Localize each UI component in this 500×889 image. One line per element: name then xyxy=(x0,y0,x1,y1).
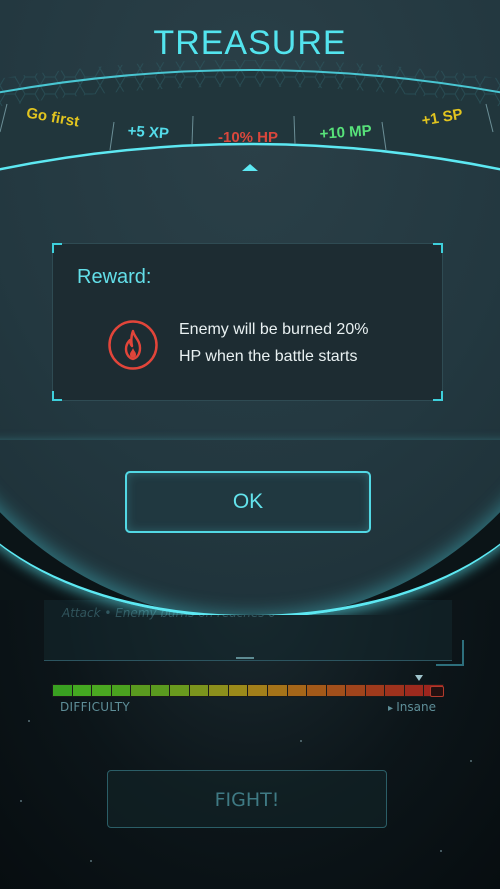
reward-title: Reward: xyxy=(77,266,152,288)
fight-button[interactable]: FIGHT! xyxy=(107,770,387,828)
reward-description: Enemy will be burned 20% HP when the bat… xyxy=(179,316,409,370)
difficulty-bar xyxy=(52,684,444,697)
dialog-title: TREASURE xyxy=(153,24,347,62)
treasure-dialog: TREASURE Go first +5 XP -10% HP +10 MP +… xyxy=(0,0,500,615)
option-hp[interactable]: -10% HP xyxy=(218,129,278,146)
dialog-bottom-indicator xyxy=(236,657,254,659)
option-xp[interactable]: +5 XP xyxy=(127,123,169,143)
difficulty-marker xyxy=(415,675,423,681)
ok-button[interactable]: OK xyxy=(125,471,371,533)
option-wheel: Go first +5 XP -10% HP +10 MP +1 SP xyxy=(0,60,500,171)
fire-icon xyxy=(108,320,158,370)
panel-corner-decoration xyxy=(436,640,464,666)
reward-line-1: Enemy will be burned 20% xyxy=(179,321,369,338)
difficulty-label: DIFFICULTY xyxy=(60,700,130,714)
difficulty-end-cap xyxy=(430,686,444,697)
option-mp[interactable]: +10 MP xyxy=(319,122,372,143)
difficulty-level: Insane xyxy=(388,700,436,714)
reward-panel: Reward: Enemy will be burned 20% HP when… xyxy=(52,243,443,401)
reward-line-2: HP when the battle starts xyxy=(179,348,358,365)
